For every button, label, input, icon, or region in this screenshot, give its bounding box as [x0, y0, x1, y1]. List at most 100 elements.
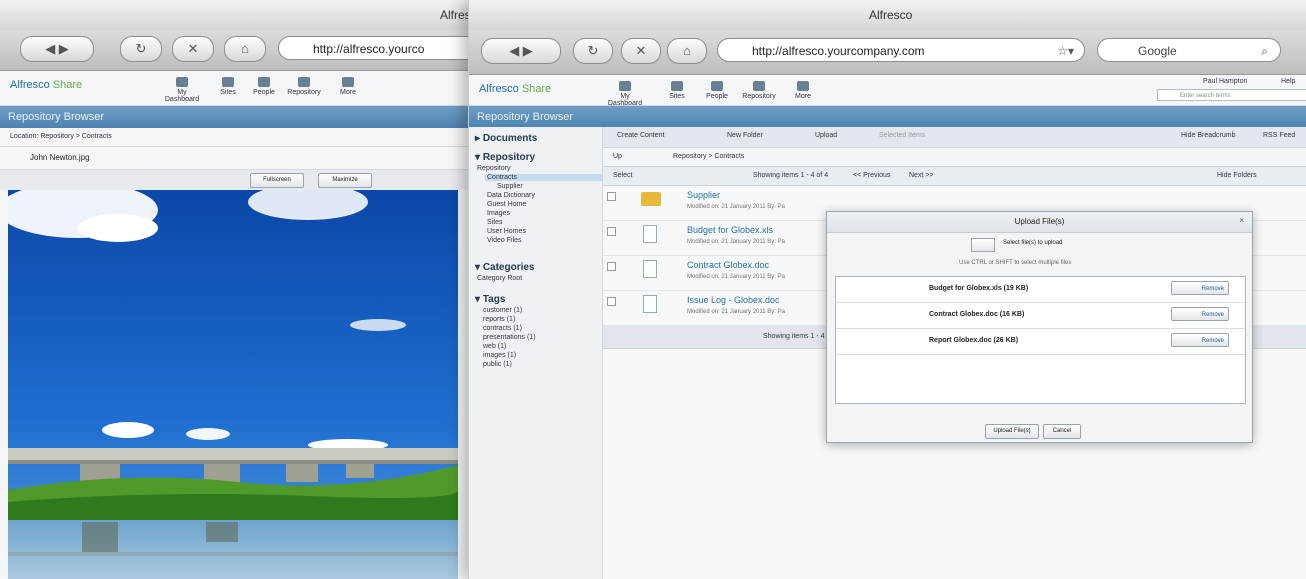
- select-files-button[interactable]: [971, 238, 995, 252]
- share-logo[interactable]: Alfresco Share: [479, 83, 551, 95]
- nav-more[interactable]: More: [781, 81, 825, 100]
- bg-window-title: Alfresc: [440, 8, 470, 22]
- item-name[interactable]: Contract Globex.doc: [687, 260, 769, 270]
- bg-nav-repository[interactable]: Repository: [282, 77, 326, 96]
- tree-item-repository[interactable]: Repository: [477, 165, 602, 172]
- documents-heading[interactable]: ▸ Documents: [475, 133, 602, 144]
- dialog-title: Upload File(s): [827, 212, 1252, 233]
- tree-item-guest-home[interactable]: Guest Home: [487, 201, 602, 208]
- tag-item[interactable]: customer (1): [483, 307, 602, 314]
- next-link[interactable]: Next >>: [909, 167, 934, 185]
- nav-my-dashboard[interactable]: My Dashboard: [603, 81, 647, 107]
- upload-file-list: Budget for Globex.xls (19 KB) Remove Con…: [835, 276, 1246, 404]
- remove-button[interactable]: Remove: [1171, 307, 1229, 321]
- categories-heading[interactable]: ▾ Categories: [475, 262, 602, 273]
- tree-item-sites[interactable]: Sites: [487, 219, 602, 226]
- tag-item[interactable]: web (1): [483, 343, 602, 350]
- row-checkbox[interactable]: [607, 297, 616, 306]
- tree-item-supplier[interactable]: Supplier: [497, 183, 602, 190]
- tree-item-user-homes[interactable]: User Homes: [487, 228, 602, 235]
- dashboard-icon: [176, 77, 188, 87]
- share-search-input[interactable]: Enter search terms: [1157, 89, 1306, 101]
- nav-sites[interactable]: Sites: [655, 81, 699, 100]
- row-checkbox[interactable]: [607, 192, 616, 201]
- hide-folders-button[interactable]: Hide Folders: [1217, 167, 1257, 185]
- upload-file-name: Contract Globex.doc (16 KB): [929, 311, 1025, 318]
- browser-toolbar: ◀ ▶ ↻ ✕ ⌂ http://alfresco.yourcompany.co…: [469, 30, 1306, 75]
- stop-icon[interactable]: ✕: [621, 38, 661, 64]
- people-icon: [711, 81, 723, 91]
- document-icon: [643, 260, 657, 278]
- tag-item[interactable]: reports (1): [483, 316, 602, 323]
- new-folder-button[interactable]: New Folder: [727, 127, 763, 145]
- row-checkbox[interactable]: [607, 227, 616, 236]
- nav-repository[interactable]: Repository: [737, 81, 781, 100]
- upload-file-name: Budget for Globex.xls (19 KB): [929, 285, 1029, 292]
- user-menu[interactable]: Paul Hampton: [1203, 78, 1247, 85]
- nav-people[interactable]: People: [695, 81, 739, 100]
- selected-items-menu[interactable]: Selected Items: [879, 127, 925, 145]
- tag-item[interactable]: contracts (1): [483, 325, 602, 332]
- up-button[interactable]: Up: [613, 153, 622, 160]
- upload-dialog: Upload File(s) × Select file(s) to uploa…: [826, 211, 1253, 443]
- select-menu[interactable]: Select: [613, 172, 632, 179]
- bg-titlebar: Alfresc: [0, 0, 470, 30]
- rss-feed-button[interactable]: RSS Feed: [1263, 127, 1295, 145]
- bg-maximize-button[interactable]: Maximize: [318, 173, 372, 188]
- tag-item[interactable]: presentations (1): [483, 334, 602, 341]
- bg-nav-dashboard[interactable]: My Dashboard: [160, 77, 204, 103]
- upload-button[interactable]: Upload: [815, 127, 837, 145]
- bg-share-header: Alfresco Share My Dashboard Sites People…: [0, 71, 470, 106]
- google-search-field[interactable]: Google ⌕: [1097, 38, 1281, 62]
- create-content-button[interactable]: Create Content: [617, 127, 664, 145]
- bg-nav-people[interactable]: People: [242, 77, 286, 96]
- remove-button[interactable]: Remove: [1171, 281, 1229, 295]
- share-header: Alfresco Share My Dashboard Sites People…: [469, 75, 1306, 107]
- tree-item-data-dictionary[interactable]: Data Dictionary: [487, 192, 602, 199]
- browser-window: Alfresco ◀ ▶ ↻ ✕ ⌂ http://alfresco.yourc…: [468, 0, 1306, 579]
- bg-back-forward-button[interactable]: ◀ ▶: [20, 36, 94, 62]
- remove-button[interactable]: Remove: [1171, 333, 1229, 347]
- help-link[interactable]: Help: [1281, 78, 1295, 85]
- bg-nav-more[interactable]: More: [326, 77, 370, 96]
- tree-item-images[interactable]: Images: [487, 210, 602, 217]
- tree-item-video-files[interactable]: Video Files: [487, 237, 602, 244]
- people-icon: [258, 77, 270, 87]
- previous-link[interactable]: << Previous: [853, 167, 890, 185]
- dialog-close-icon[interactable]: ×: [1239, 216, 1244, 225]
- bg-stop-icon[interactable]: ✕: [172, 36, 214, 62]
- item-meta: Modified on: 21 January 2011 By: Pa: [687, 309, 785, 315]
- sites-icon: [671, 81, 683, 91]
- upload-files-button[interactable]: Upload File(s): [985, 424, 1039, 439]
- window-title: Alfresco: [869, 8, 913, 22]
- item-name[interactable]: Issue Log - Globex.doc: [687, 295, 780, 305]
- bg-home-icon[interactable]: ⌂: [224, 36, 266, 62]
- select-files-label: Select file(s) to upload: [1003, 240, 1063, 246]
- magnifier-icon[interactable]: ⌕: [1261, 39, 1268, 63]
- row-checkbox[interactable]: [607, 262, 616, 271]
- reload-icon[interactable]: ↻: [573, 38, 613, 64]
- path-breadcrumb[interactable]: Repository > Contracts: [673, 148, 744, 166]
- item-name[interactable]: Budget for Globex.xls: [687, 225, 773, 235]
- tag-item[interactable]: images (1): [483, 352, 602, 359]
- tree-item-contracts[interactable]: Contracts: [485, 174, 602, 181]
- url-field[interactable]: http://alfresco.yourcompany.com ☆▾: [717, 38, 1085, 62]
- category-root[interactable]: Category Root: [477, 275, 602, 282]
- bg-fullscreen-button[interactable]: Fullscreen: [250, 173, 304, 188]
- tags-heading[interactable]: ▾ Tags: [475, 294, 602, 305]
- bg-banner: Repository Browser: [0, 106, 470, 128]
- item-name[interactable]: Supplier: [687, 190, 720, 200]
- bg-url-field[interactable]: http://alfresco.yourco: [278, 36, 470, 60]
- cancel-button[interactable]: Cancel: [1043, 424, 1081, 439]
- tag-item[interactable]: public (1): [483, 361, 602, 368]
- bg-reload-icon[interactable]: ↻: [120, 36, 162, 62]
- repository-banner: Repository Browser: [469, 106, 1306, 128]
- bookmark-star-icon[interactable]: ☆▾: [1057, 39, 1074, 61]
- item-meta: Modified on: 21 January 2011 By: Pa: [687, 204, 785, 210]
- back-forward-button[interactable]: ◀ ▶: [481, 38, 561, 64]
- repository-icon: [753, 81, 765, 91]
- hide-breadcrumb-button[interactable]: Hide Breadcrumb: [1181, 127, 1235, 145]
- repository-heading[interactable]: ▾ Repository: [475, 152, 602, 163]
- bg-share-logo: Alfresco Share: [10, 79, 83, 91]
- home-icon[interactable]: ⌂: [667, 38, 707, 64]
